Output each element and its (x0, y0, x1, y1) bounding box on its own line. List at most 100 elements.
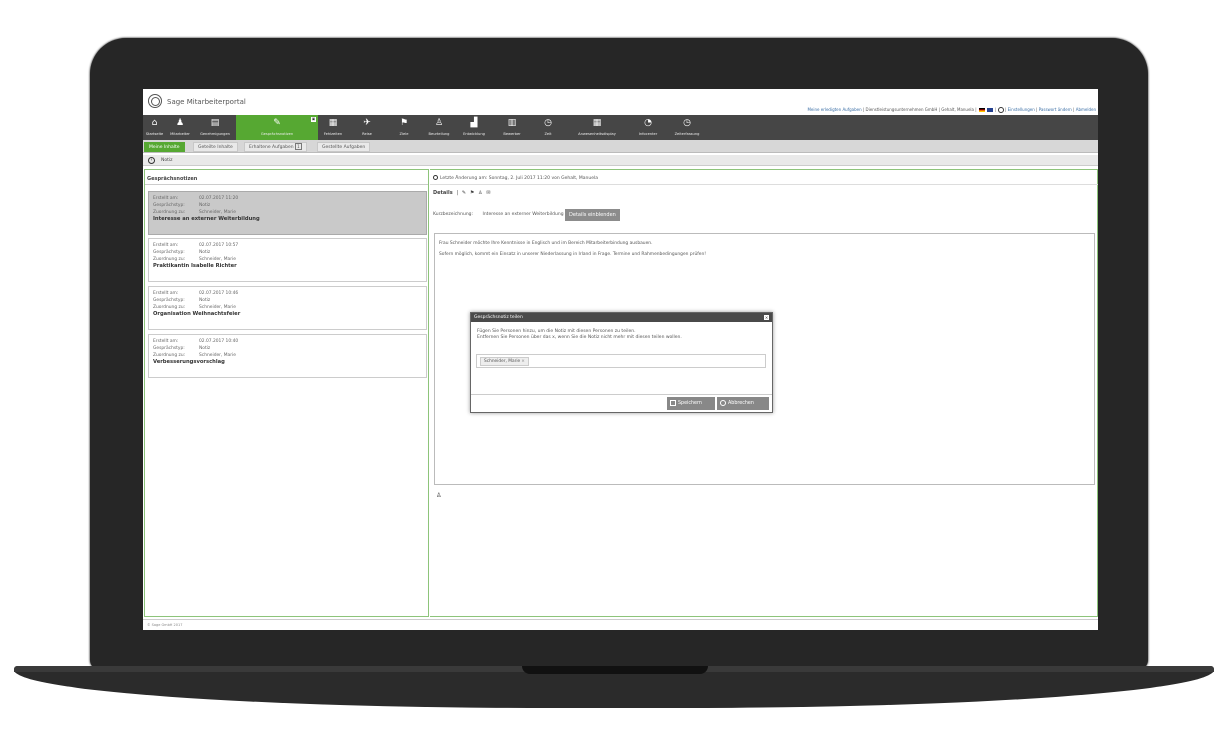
field-label: Zuordnung zu: (153, 305, 186, 310)
field-label: Erstellt am: (153, 291, 179, 296)
settings-link[interactable]: Einstellungen (1008, 107, 1035, 112)
cancel-button[interactable]: Abbrechen (717, 397, 769, 410)
tab-geteilte-inhalte[interactable]: Geteilte Inhalte (193, 142, 238, 152)
nav-bewerber[interactable]: ▥ Bewerber (492, 115, 532, 140)
note-type-row: Gesprächstyp: Notiz (153, 345, 422, 352)
breadcrumb-label: Notiz (161, 158, 173, 163)
note-assigned: Schneider, Marie (199, 210, 236, 215)
divider (430, 184, 1098, 185)
nav-label: Anwesenheitsdisplay (578, 132, 616, 136)
note-assigned-row: Zuordnung zu: Schneider, Marie (153, 209, 422, 216)
nav-label: Fehlzeiten (323, 132, 343, 136)
notification-badge: ▣ (311, 117, 316, 122)
note-type-row: Gesprächstyp: Notiz (153, 297, 422, 304)
nav-label: Mitarbeiter (170, 132, 190, 136)
note-created-row: Erstellt am: 02.07.2017 10:40 (153, 338, 422, 345)
save-button[interactable]: Speichern (667, 397, 715, 410)
note-type-row: Gesprächstyp: Notiz (153, 202, 422, 209)
app-title: Sage Mitarbeiterportal (167, 98, 246, 106)
nav-reise[interactable]: ✈ Reise (348, 115, 386, 140)
note-line: Frau Schneider möchte Ihre Kenntnisse in… (439, 241, 653, 246)
divider (471, 394, 772, 395)
nav-entwicklung[interactable]: ▟ Entwicklung (456, 115, 492, 140)
help-icon[interactable] (997, 107, 1004, 113)
nav-fehlzeiten[interactable]: ▦ Fehlzeiten (318, 115, 348, 140)
laptop-mockup: Sage Mitarbeiterportal Meine erledigten … (0, 0, 1228, 740)
field-label: Gesprächstyp: (153, 298, 185, 303)
note-created: 02.07.2017 10:46 (199, 291, 239, 296)
nav-ziele[interactable]: ⚑ Ziele (386, 115, 422, 140)
nav-label: Infocenter (638, 132, 658, 136)
flag-de-icon[interactable] (978, 108, 985, 112)
nav-label: Ziele (399, 132, 409, 136)
note-type-row: Gesprächstyp: Notiz (153, 249, 422, 256)
nav-anwesenheitsdisplay[interactable]: ▦ Anwesenheitsdisplay (564, 115, 630, 140)
save-label: Speichern (678, 401, 702, 406)
completed-tasks-link[interactable]: Meine erledigten Aufgaben (807, 107, 861, 112)
nav-beurteilung[interactable]: ♙ Beurteilung (422, 115, 456, 140)
change-password-link[interactable]: Passwort ändern (1039, 107, 1072, 112)
nav-zeit[interactable]: ◷ Zeit (532, 115, 564, 140)
nav-zeiterfassung[interactable]: ◷ Zeiterfassung (666, 115, 708, 140)
mail-icon[interactable]: ✉ (486, 190, 490, 196)
note-card[interactable]: Erstellt am: 02.07.2017 11:20 Gesprächsty… (148, 191, 427, 235)
company-name: Dienstleistungsunternehmen GmbH (865, 107, 938, 112)
nav-label: Gesprächsnotizen (260, 132, 294, 136)
pencil-icon[interactable]: ✎ (462, 190, 466, 196)
nav-startseite[interactable]: ⌂ Startseite (143, 115, 166, 140)
note-type: Notiz (199, 346, 211, 351)
person-tag-label: Schneider, Marie (484, 359, 521, 364)
show-details-button[interactable]: Details einblenden (565, 209, 620, 221)
note-card[interactable]: Erstellt am: 02.07.2017 10:57 Gesprächsty… (148, 238, 427, 282)
tab-erhaltene-aufgaben[interactable]: Erhaltene Aufgaben 1 (244, 142, 307, 152)
note-created: 02.07.2017 10:57 (199, 243, 239, 248)
field-label: Gesprächstyp: (153, 250, 185, 255)
user-name: Gehalt, Manuela (941, 107, 974, 112)
people-icon[interactable]: ♙ (436, 492, 441, 499)
top-links: Meine erledigten Aufgaben | Dienstleistu… (807, 107, 1096, 113)
dialog-instructions: Fügen Sie Personen hinzu, um die Notiz m… (477, 329, 682, 341)
note-card[interactable]: Erstellt am: 02.07.2017 10:40 Gesprächsty… (148, 334, 427, 378)
tab-gestellte-aufgaben[interactable]: Gestellte Aufgaben (317, 142, 371, 152)
nav-genehmigungen[interactable]: ▤ Genehmigungen (194, 115, 236, 140)
note-title: Interesse an externer Weiterbildung (153, 216, 260, 222)
grid-icon: ▦ (592, 118, 602, 128)
details-label: Details (433, 190, 453, 196)
share-people-icon[interactable]: ♙ (478, 190, 482, 196)
field-label: Gesprächstyp: (153, 346, 185, 351)
flag-icon[interactable]: ⚑ (470, 190, 474, 196)
field-label: Erstellt am: (153, 196, 179, 201)
document-icon: ▤ (210, 118, 220, 128)
pane-title: Gesprächsnotizen (147, 176, 198, 182)
back-arrow-icon[interactable]: ‹ (148, 157, 155, 164)
nav-label: Beurteilung (428, 132, 450, 136)
last-modified: Letzte Änderung am: Sonntag, 2. Juli 201… (433, 175, 598, 181)
last-modified-text: Letzte Änderung am: Sonntag, 2. Juli 201… (440, 176, 598, 181)
person-tag-input[interactable]: Schneider, Marie× (476, 354, 766, 368)
close-icon[interactable]: × (764, 315, 769, 320)
footer: © Sage GmbH 2017 (143, 619, 1098, 630)
logout-link[interactable]: Abmelden (1076, 107, 1096, 112)
field-label: Zuordnung zu: (153, 210, 186, 215)
short-title-value: Interesse an externer Weiterbildung (482, 212, 564, 217)
note-created-row: Erstellt am: 02.07.2017 10:57 (153, 242, 422, 249)
home-icon: ⌂ (151, 118, 158, 128)
remove-tag-icon[interactable]: × (521, 359, 525, 364)
person-icon: ♟ (175, 118, 185, 128)
nav-label: Genehmigungen (200, 132, 230, 136)
calendar-icon: ▦ (328, 118, 338, 128)
nav-gespraechsnotizen[interactable]: ✎ ▣ Gesprächsnotizen (236, 115, 318, 140)
note-type: Notiz (199, 298, 211, 303)
note-assigned: Schneider, Marie (199, 305, 236, 310)
field-label: Zuordnung zu: (153, 257, 186, 262)
note-type: Notiz (199, 203, 211, 208)
nav-infocenter[interactable]: ◔ Infocenter (630, 115, 666, 140)
tab-meine-inhalte[interactable]: Meine Inhalte (144, 142, 185, 152)
field-label: Erstellt am: (153, 339, 179, 344)
note-card[interactable]: Erstellt am: 02.07.2017 10:46 Gesprächsty… (148, 286, 427, 330)
flag-uk-icon[interactable] (986, 108, 993, 112)
note-line: Sofern möglich, kommt ein Einsatz in uns… (439, 252, 707, 257)
nav-mitarbeiter[interactable]: ♟ Mitarbeiter (166, 115, 194, 140)
nav-label: Zeiterfassung (674, 132, 700, 136)
note-created-row: Erstellt am: 02.07.2017 10:46 (153, 290, 422, 297)
